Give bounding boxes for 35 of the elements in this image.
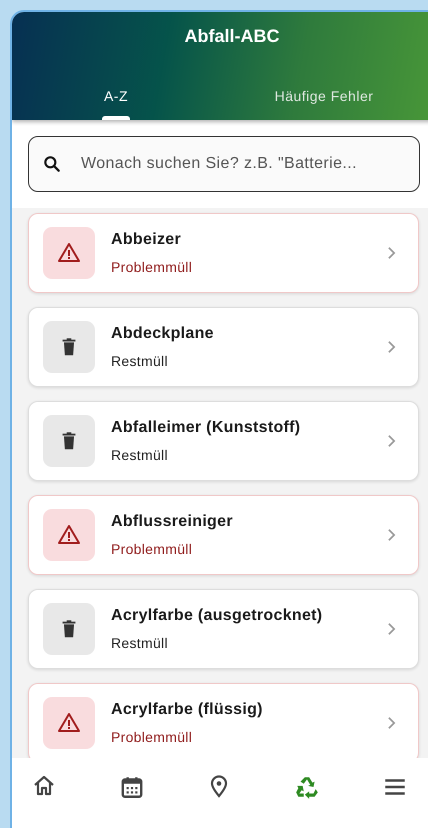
warning-icon <box>43 227 95 279</box>
waste-item-card[interactable]: Abbeizer Problemmüll <box>28 213 419 293</box>
waste-item-card[interactable]: Acrylfarbe (flüssig) Problemmüll <box>28 683 419 758</box>
item-category: Restmüll <box>111 635 169 651</box>
chevron-icon <box>387 622 396 636</box>
page-title: Abfall-ABC <box>184 26 280 47</box>
item-name: Abfalleimer (Kunststoff) <box>111 419 302 437</box>
item-name: Acrylfarbe (ausgetrocknet) <box>111 607 324 625</box>
chevron-icon <box>387 246 396 260</box>
waste-item-card[interactable]: Acrylfarbe (ausgetrocknet) Restmüll <box>28 589 419 669</box>
item-category: Restmüll <box>111 447 169 463</box>
item-name: Abdeckplane <box>111 325 215 343</box>
search-icon <box>42 154 62 174</box>
waste-item-card[interactable]: Abflussreiniger Problemmüll <box>28 495 419 575</box>
tab[interactable]: Häufige Fehler <box>220 74 428 120</box>
item-name: Acrylfarbe (flüssig) <box>111 701 264 719</box>
item-category: Problemmüll <box>111 729 194 745</box>
search-field[interactable]: Wonach suchen Sie? z.B. "Batterie... <box>28 136 420 192</box>
chevron-icon <box>387 716 396 730</box>
chevron-icon <box>387 434 396 448</box>
chevron-icon <box>387 528 396 542</box>
warning-icon <box>43 697 95 749</box>
tab[interactable]: A-Z <box>12 74 220 120</box>
trash-can-icon <box>43 415 95 467</box>
item-category: Restmüll <box>111 353 169 369</box>
item-name: Abbeizer <box>111 231 182 249</box>
item-name: Abflussreiniger <box>111 513 234 531</box>
trash-can-icon <box>43 321 95 373</box>
trash-can-icon <box>43 603 95 655</box>
item-category: Problemmüll <box>111 541 194 557</box>
warning-icon <box>43 509 95 561</box>
waste-item-card[interactable]: Abfalleimer (Kunststoff) Restmüll <box>28 401 419 481</box>
chevron-icon <box>387 340 396 354</box>
waste-item-card[interactable]: Abdeckplane Restmüll <box>28 307 419 387</box>
item-category: Problemmüll <box>111 259 194 275</box>
